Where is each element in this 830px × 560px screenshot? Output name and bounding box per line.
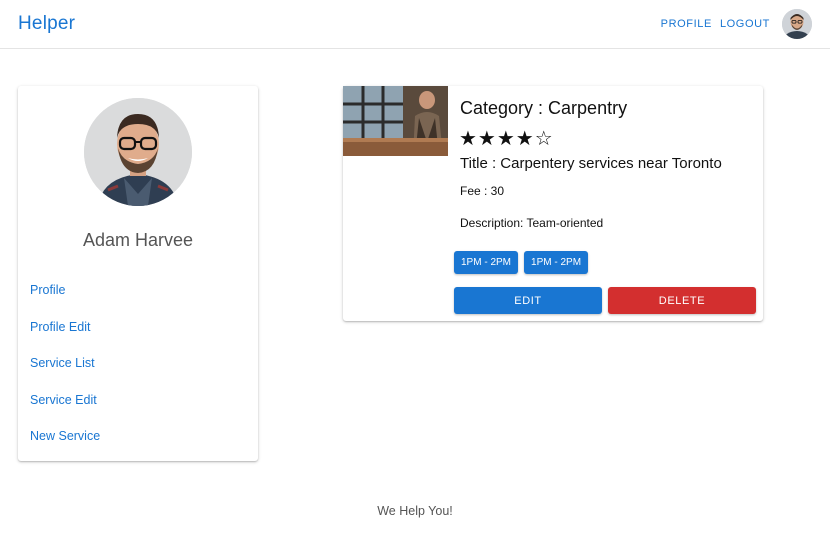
service-rating: ★★★★☆: [459, 128, 554, 150]
profile-avatar: [84, 98, 192, 206]
service-photo: [343, 86, 448, 156]
service-description: Description: Team-oriented: [460, 216, 604, 230]
delete-button[interactable]: DELETE: [608, 287, 756, 314]
profile-sidebar: Adam Harvee Profile Profile Edit Service…: [18, 86, 258, 461]
service-title: Title : Carpentery services near Toronto: [460, 155, 722, 172]
app-bar: Helper PROFILE LOGOUT: [0, 0, 830, 49]
service-actions: EDIT DELETE: [454, 287, 756, 314]
sidebar-item-profile[interactable]: Profile: [30, 282, 100, 319]
sidebar-item-service-edit[interactable]: Service Edit: [30, 392, 100, 429]
profile-name: Adam Harvee: [82, 230, 194, 250]
time-slot-button[interactable]: 1PM - 2PM: [524, 251, 589, 274]
nav-logout-link[interactable]: LOGOUT: [720, 18, 770, 30]
service-category: Category : Carpentry: [460, 98, 628, 118]
nav-profile-link[interactable]: PROFILE: [661, 18, 712, 30]
edit-button[interactable]: EDIT: [454, 287, 602, 314]
time-slot-button[interactable]: 1PM - 2PM: [454, 251, 519, 274]
user-avatar-icon: [782, 9, 812, 39]
user-avatar-icon: [84, 98, 192, 206]
service-fee: Fee : 30: [460, 184, 505, 198]
sidebar-item-service-list[interactable]: Service List: [30, 355, 100, 392]
nav-avatar[interactable]: [782, 9, 812, 39]
time-slots: 1PM - 2PM 1PM - 2PM: [454, 251, 589, 274]
brand-title[interactable]: Helper: [18, 13, 75, 35]
sidebar-menu: Profile Profile Edit Service List Servic…: [30, 282, 100, 465]
sidebar-item-profile-edit[interactable]: Profile Edit: [30, 319, 100, 356]
top-nav: PROFILE LOGOUT: [661, 9, 812, 39]
footer-tagline: We Help You!: [377, 504, 453, 518]
sidebar-item-new-service[interactable]: New Service: [30, 428, 100, 465]
carpenter-photo-icon: [343, 86, 448, 156]
service-card: Category : Carpentry ★★★★☆ Title : Carpe…: [343, 86, 763, 321]
